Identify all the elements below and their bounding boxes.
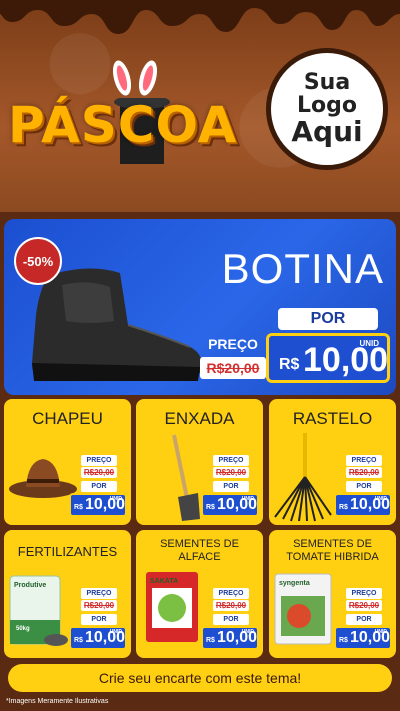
currency-label: R$ <box>339 637 348 644</box>
featured-product-card: -50% BOTINA POR PREÇO R$20,00 UNID R$ 10… <box>4 219 396 395</box>
preco-label: PREÇO <box>346 455 382 466</box>
new-price-box: UNID R$ 10,00 <box>69 493 127 517</box>
por-label: POR <box>81 481 117 492</box>
currency-label: R$ <box>74 637 83 644</box>
currency-label: R$ <box>74 504 83 511</box>
product-name: RASTELO <box>292 409 373 428</box>
product-card: SEMENTES DE ALFACE PREÇO R$20,00 POR UNI… <box>136 530 263 658</box>
old-price: R$20,00 <box>81 467 117 478</box>
old-price: R$20,00 <box>346 600 382 611</box>
preco-label: PREÇO <box>81 455 117 466</box>
por-label: POR <box>81 614 117 625</box>
currency-label: R$ <box>206 504 215 511</box>
preco-label: PREÇO <box>213 455 249 466</box>
price-block: PREÇO R$20,00 POR UNID R$ 10,00 <box>334 455 392 519</box>
logo-line-1: Sua Logo <box>297 70 357 119</box>
product-card: SEMENTES DE TOMATE HIBRIDA PREÇO R$20,00… <box>269 530 396 658</box>
new-price-box: UNID R$ 10,00 <box>334 493 392 517</box>
price-block: PREÇO R$20,00 POR UNID R$ 10,00 <box>201 588 259 652</box>
product-image <box>164 433 204 525</box>
por-label: POR <box>213 481 249 492</box>
por-label: POR <box>278 308 378 330</box>
new-price: 10,00 <box>85 496 126 513</box>
new-price: 10,00 <box>217 629 258 646</box>
disclaimer: *Imagens Meramente Ilustrativas <box>6 698 109 705</box>
price-block: PREÇO R$20,00 POR UNID R$ 10,00 <box>69 455 127 519</box>
old-price: R$20,00 <box>200 357 266 379</box>
new-price-box: UNID R$ 10,00 <box>69 626 127 650</box>
por-label: POR <box>346 481 382 492</box>
page-title: PÁSCOA <box>8 96 238 154</box>
package-brand-label: Produtive <box>14 582 47 589</box>
por-label: POR <box>213 614 249 625</box>
chocolate-drip-decoration <box>0 0 400 34</box>
product-name: CHAPEU <box>32 409 103 428</box>
por-label-box: POR <box>278 308 378 330</box>
price-block: PREÇO R$20,00 POR UNID R$ 10,00 <box>334 588 392 652</box>
new-price-block: UNID R$ 10,00 <box>266 333 390 383</box>
package-brand-label: syngenta <box>279 580 310 587</box>
currency-label: R$ <box>206 637 215 644</box>
featured-product-name: BOTINA <box>221 245 384 292</box>
product-card: ENXADA PREÇO R$20,00 POR UNID R$ 10,00 <box>136 399 263 525</box>
old-price-block: PREÇO R$20,00 <box>200 333 266 381</box>
price-block: PREÇO R$20,00 POR UNID R$ 10,00 <box>201 455 259 519</box>
price-block: PREÇO R$20,00 POR UNID R$ 10,00 <box>69 588 127 652</box>
new-price: 10,00 <box>217 496 258 513</box>
discount-badge: -50% <box>14 237 62 285</box>
product-card: FERTILIZANTES PREÇO R$20,00 POR UNID R$ … <box>4 530 131 658</box>
preco-label: PREÇO <box>346 588 382 599</box>
old-price: R$20,00 <box>213 600 249 611</box>
new-price-box: UNID R$ 10,00 <box>201 626 259 650</box>
new-price: 10,00 <box>350 629 391 646</box>
product-image <box>273 433 333 525</box>
new-price: 10,00 <box>85 629 126 646</box>
new-price: 10,00 <box>303 341 389 379</box>
product-card: CHAPEU PREÇO R$20,00 POR UNID R$ 10,00 <box>4 399 131 525</box>
header-banner: PÁSCOA Sua Logo Aqui <box>0 0 400 212</box>
logo-placeholder: Sua Logo Aqui <box>266 48 388 170</box>
logo-line-2: Aqui <box>291 115 363 149</box>
currency-label: R$ <box>339 504 348 511</box>
preco-label: PREÇO <box>213 588 249 599</box>
old-price: R$20,00 <box>213 467 249 478</box>
package-brand-label: SAKATA <box>150 578 179 585</box>
old-price: R$20,00 <box>346 467 382 478</box>
currency-label: R$ <box>279 356 300 373</box>
por-label: POR <box>346 614 382 625</box>
new-price-box: UNID R$ 10,00 <box>334 626 392 650</box>
product-name: SEMENTES DE ALFACE <box>160 538 239 564</box>
preco-label: PREÇO <box>81 588 117 599</box>
product-name: SEMENTES DE TOMATE HIBRIDA <box>286 538 379 564</box>
new-price: 10,00 <box>350 496 391 513</box>
product-name: ENXADA <box>164 409 235 428</box>
old-price: R$20,00 <box>81 600 117 611</box>
product-card: RASTELO PREÇO R$20,00 POR UNID R$ 10,00 <box>269 399 396 525</box>
package-weight-label: 50kg <box>16 626 30 632</box>
preco-label: PREÇO <box>208 336 258 352</box>
product-name: FERTILIZANTES <box>17 544 118 559</box>
cta-button[interactable]: Crie seu encarte com este tema! <box>8 664 392 692</box>
product-image <box>8 451 78 506</box>
new-price-box: UNID R$ 10,00 <box>201 493 259 517</box>
